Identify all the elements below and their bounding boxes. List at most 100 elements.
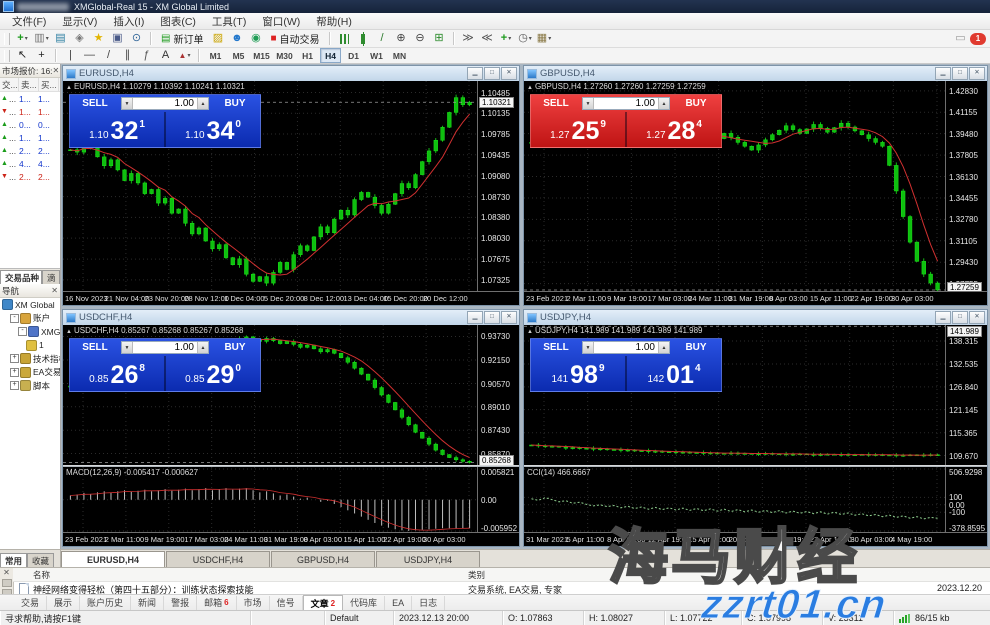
terminal-tab-日志[interactable]: 日志 xyxy=(412,596,445,610)
column-ask[interactable]: 买... xyxy=(39,78,59,91)
menu-insert[interactable]: 插入(I) xyxy=(105,13,152,30)
menu-window[interactable]: 窗口(W) xyxy=(254,13,308,30)
horizontal-line-tool-icon[interactable]: — xyxy=(81,48,98,63)
website-icon[interactable]: ◉ xyxy=(247,31,264,46)
terminal-tab-代码库[interactable]: 代码库 xyxy=(343,596,385,610)
sell-button[interactable]: SELL xyxy=(531,339,581,356)
chart-window-titlebar[interactable]: USDCHF,H4▁□✕ xyxy=(63,310,519,325)
terminal-tab-信号[interactable]: 信号 xyxy=(270,596,303,610)
column-bid[interactable]: 卖... xyxy=(19,78,39,91)
timeframe-button-m30[interactable]: M30 xyxy=(274,48,295,63)
terminal-tab-展示[interactable]: 展示 xyxy=(47,596,80,610)
templates-icon[interactable]: ▦▾ xyxy=(536,31,553,46)
restore-icon[interactable]: □ xyxy=(952,67,968,80)
timeframe-button-m5[interactable]: M5 xyxy=(228,48,249,63)
navigator-item[interactable]: -账户 xyxy=(0,312,60,326)
crosshair-tool-icon[interactable]: + xyxy=(33,48,50,63)
menu-file[interactable]: 文件(F) xyxy=(4,13,54,30)
new-chart-icon[interactable]: +▾ xyxy=(14,31,31,46)
lot-increase-icon[interactable]: ▲ xyxy=(197,98,208,109)
autotrading-button[interactable]: ■自动交易 xyxy=(266,31,323,46)
sell-price[interactable]: 1.10321 xyxy=(70,112,164,147)
lot-size-field[interactable]: ▼1.00▲ xyxy=(582,341,670,354)
sell-button[interactable]: SELL xyxy=(70,95,120,112)
tile-windows-icon[interactable]: ⊞ xyxy=(431,31,448,46)
sell-price[interactable]: 1.27259 xyxy=(531,112,625,147)
collapse-arrow-icon[interactable]: ▲ xyxy=(527,329,533,335)
data-window-icon[interactable]: ◈ xyxy=(71,31,88,46)
expand-icon[interactable]: + xyxy=(10,381,19,390)
time-axis[interactable]: 31 Mar 20215 Apr 11:008 Apr 03:0012 Apr … xyxy=(524,532,987,546)
lot-value[interactable]: 1.00 xyxy=(594,342,658,353)
collapse-icon[interactable]: - xyxy=(18,327,27,336)
bar-chart-mode-icon[interactable] xyxy=(336,31,353,46)
collapse-arrow-icon[interactable]: ▲ xyxy=(527,85,533,91)
buy-button[interactable]: BUY xyxy=(671,339,721,356)
lot-size-field[interactable]: ▼1.00▲ xyxy=(582,97,670,110)
zoom-in-icon[interactable]: ⊕ xyxy=(393,31,410,46)
strategy-tester-icon[interactable]: ⊙ xyxy=(128,31,145,46)
zoom-out-icon[interactable]: ⊖ xyxy=(412,31,429,46)
collapse-icon[interactable]: - xyxy=(10,314,19,323)
restore-icon[interactable]: □ xyxy=(484,311,500,324)
pane-separator[interactable] xyxy=(524,465,987,467)
chart-tab-eurusd[interactable]: EURUSD,H4 xyxy=(61,551,165,567)
lot-value[interactable]: 1.00 xyxy=(133,98,197,109)
chart-shift-icon[interactable]: ≪ xyxy=(479,31,496,46)
time-axis[interactable]: 23 Feb 20212 Mar 11:009 Mar 19:0017 Mar … xyxy=(63,532,519,546)
market-watch-row[interactable]: ▲...0...0... xyxy=(0,118,60,131)
minimize-icon[interactable]: ▁ xyxy=(467,311,483,324)
restore-icon[interactable]: □ xyxy=(484,67,500,80)
buy-price[interactable]: 0.85290 xyxy=(164,356,260,391)
terminal-tab-文章[interactable]: 文章2 xyxy=(303,595,343,610)
arrows-tool-icon[interactable]: ▲▾ xyxy=(176,48,193,63)
navigator-tab-1[interactable]: 收藏 xyxy=(27,553,54,567)
lot-value[interactable]: 1.00 xyxy=(594,98,658,109)
sell-button[interactable]: SELL xyxy=(531,95,581,112)
navigator-item[interactable]: 1 xyxy=(0,339,60,353)
pane-separator[interactable] xyxy=(63,465,519,467)
terminal-toggle-icon[interactable]: ▣ xyxy=(109,31,126,46)
terminal-tab-邮箱[interactable]: 邮箱6 xyxy=(197,596,236,610)
channel-tool-icon[interactable]: ∥ xyxy=(119,48,136,63)
navigator-item[interactable]: +EA交易 xyxy=(0,366,60,380)
column-name[interactable]: 名称 xyxy=(33,569,50,581)
candlestick-mode-icon[interactable] xyxy=(355,31,372,46)
navigator-toggle-icon[interactable]: ★ xyxy=(90,31,107,46)
column-symbol[interactable]: 交... xyxy=(0,78,19,91)
minimize-icon[interactable]: ▁ xyxy=(467,67,483,80)
market-watch-tab-0[interactable]: 交易品种 xyxy=(0,270,42,284)
close-icon[interactable]: ✕ xyxy=(501,67,517,80)
auto-scroll-icon[interactable]: ≫ xyxy=(460,31,477,46)
market-watch-row[interactable]: ▲...2...2... xyxy=(0,144,60,157)
chart-client-area[interactable]: CCI(14) 466.6667138.315132.535126.840121… xyxy=(524,325,987,546)
close-icon[interactable]: ✕ xyxy=(501,311,517,324)
minimize-icon[interactable]: ▁ xyxy=(935,67,951,80)
terminal-tab-交易[interactable]: 交易 xyxy=(14,596,47,610)
close-icon[interactable]: ✕ xyxy=(53,66,60,75)
cursor-tool-icon[interactable]: ↖ xyxy=(14,48,31,63)
buy-button[interactable]: BUY xyxy=(671,95,721,112)
new-order-button[interactable]: ▤新订单 xyxy=(157,31,207,46)
market-watch-row[interactable]: ▲...4...4... xyxy=(0,157,60,170)
timeframe-button-h1[interactable]: H1 xyxy=(297,48,318,63)
chart-window-titlebar[interactable]: GBPUSD,H4▁□✕ xyxy=(524,66,987,81)
expand-icon[interactable]: + xyxy=(10,354,19,363)
chart-tab-usdchf[interactable]: USDCHF,H4 xyxy=(166,551,270,567)
price-axis[interactable]: 138.315132.535126.840121.145115.365109.6… xyxy=(945,325,987,546)
market-watch-tab-1[interactable]: 滴 xyxy=(42,270,60,284)
toolbar-grip[interactable] xyxy=(4,50,10,62)
lot-decrease-icon[interactable]: ▼ xyxy=(122,98,133,109)
menu-view[interactable]: 显示(V) xyxy=(54,13,105,30)
timeframe-button-d1[interactable]: D1 xyxy=(343,48,364,63)
navigator-item[interactable]: +技术指标 xyxy=(0,352,60,366)
chart-window-titlebar[interactable]: USDJPY,H4▁□✕ xyxy=(524,310,987,325)
periods-icon[interactable]: ◷▾ xyxy=(517,31,534,46)
lot-size-field[interactable]: ▼1.00▲ xyxy=(121,97,209,110)
metaeditor-icon[interactable]: ▨ xyxy=(209,31,226,46)
navigator-item[interactable]: XM Global xyxy=(0,298,60,312)
lot-decrease-icon[interactable]: ▼ xyxy=(583,342,594,353)
buy-price[interactable]: 142014 xyxy=(625,356,721,391)
collapse-arrow-icon[interactable]: ▲ xyxy=(66,329,72,335)
notification-badge[interactable]: 1 xyxy=(970,33,986,45)
